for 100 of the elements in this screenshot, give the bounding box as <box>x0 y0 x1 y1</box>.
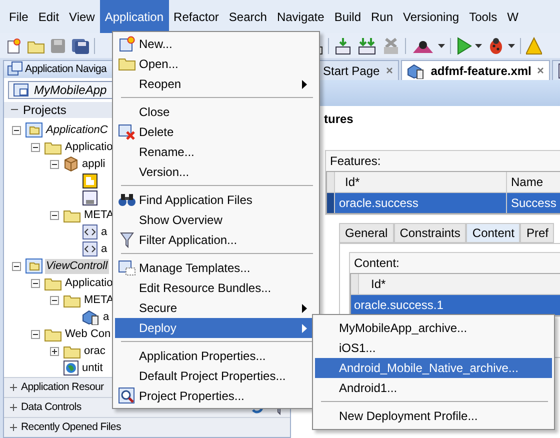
project-icon <box>25 122 43 138</box>
tree-item[interactable]: a <box>100 224 108 240</box>
table-label: Content: <box>353 255 400 272</box>
column-header[interactable]: Name <box>507 175 544 189</box>
table-cell-text: Success <box>510 196 556 210</box>
column-header[interactable]: Id* <box>335 172 507 192</box>
folder-icon <box>44 140 62 155</box>
menu-item[interactable]: Tools <box>464 0 502 33</box>
tree-item[interactable]: untit <box>81 360 104 376</box>
folder-icon <box>63 292 81 308</box>
collapse-icon[interactable] <box>50 296 59 305</box>
xml-file-icon <box>82 241 98 258</box>
menu-item[interactable]: Run <box>366 0 398 33</box>
package-icon <box>63 156 79 172</box>
table-row[interactable]: oracle.success.1 <box>351 295 560 315</box>
menu-item[interactable]: W <box>502 0 524 33</box>
collapse-icon[interactable] <box>31 142 40 152</box>
run-icon[interactable] <box>456 36 472 54</box>
close-icon[interactable] <box>386 67 393 74</box>
tab[interactable]: Content <box>466 223 520 243</box>
tree-item[interactable]: a <box>102 310 110 325</box>
magnifier-icon <box>118 387 136 405</box>
submenu-arrow-icon <box>302 304 307 312</box>
menu-item[interactable]: Manage Templates... <box>115 258 317 278</box>
menu-item[interactable]: Search <box>224 0 272 33</box>
collapse-icon[interactable] <box>31 278 40 288</box>
new-file-icon[interactable] <box>6 38 22 54</box>
expand-icon[interactable] <box>9 422 18 432</box>
warning-icon[interactable] <box>526 36 542 54</box>
tab[interactable]: General <box>339 223 394 243</box>
tree-item[interactable]: orac <box>83 344 106 359</box>
download-icon[interactable] <box>334 36 352 54</box>
menu-item[interactable]: Build <box>329 0 366 33</box>
menu-item[interactable]: Rename... <box>115 142 317 162</box>
menu-item[interactable]: View <box>64 0 100 33</box>
tree-item[interactable]: a <box>100 242 108 257</box>
save-all-icon[interactable] <box>71 38 89 54</box>
menu-item[interactable]: Edit <box>33 0 64 33</box>
tree-item[interactable]: Applicatio <box>64 276 114 291</box>
panel-title: Application Naviga <box>25 63 107 76</box>
menu-item[interactable]: Edit Resource Bundles... <box>115 278 317 298</box>
tree-item[interactable]: META <box>83 208 115 223</box>
collapse-icon[interactable] <box>31 330 40 339</box>
menu-item[interactable]: Navigate <box>272 0 330 33</box>
panel-header[interactable]: Recently Opened Files <box>21 421 290 434</box>
menu-item[interactable]: Application <box>100 0 169 33</box>
tree-item[interactable]: appli <box>81 156 106 172</box>
tree-item[interactable]: ViewControll <box>45 258 109 274</box>
table-row[interactable]: oracle.success Success <box>327 193 560 213</box>
window-icon <box>118 260 136 276</box>
tree-item[interactable]: Web Con <box>64 326 112 342</box>
new-file-icon <box>119 36 135 52</box>
bug-icon[interactable] <box>487 36 505 54</box>
tree-item[interactable]: META <box>83 292 115 308</box>
project-icon <box>25 258 43 274</box>
page-heading: tures <box>324 112 354 128</box>
editor-tab[interactable]: adfmf-feature.xml <box>400 60 550 80</box>
caret-icon[interactable] <box>475 44 482 48</box>
tab[interactable]: Constraints <box>394 223 466 243</box>
menu-item[interactable]: Version... <box>115 162 317 182</box>
menu-item[interactable]: Reopen <box>115 74 317 94</box>
delete-icon <box>118 124 136 140</box>
caret-icon[interactable] <box>438 44 445 48</box>
menu-item[interactable]: File <box>4 0 34 33</box>
editor-tab[interactable]: Start Page <box>317 60 399 80</box>
expand-icon[interactable] <box>50 346 59 356</box>
menu-item[interactable]: Versioning <box>398 0 464 33</box>
collapse-icon[interactable] <box>12 126 21 135</box>
menu-item[interactable]: Refactor <box>168 0 224 33</box>
folder-icon <box>63 208 81 223</box>
xml-file-icon <box>82 224 98 240</box>
menu-item[interactable]: New Deployment Profile... <box>315 406 552 426</box>
menu-item[interactable]: Show Overview <box>115 210 317 230</box>
download-all-icon[interactable] <box>357 36 377 54</box>
close-icon[interactable] <box>537 67 544 74</box>
menu-item[interactable]: Android_Mobile_Native_archive... <box>315 358 552 378</box>
menu-item[interactable]: Secure <box>115 298 317 318</box>
collapse-icon[interactable] <box>50 160 59 169</box>
table-cell-text: oracle.success.1 <box>353 298 444 312</box>
expand-icon[interactable] <box>9 382 18 392</box>
collapse-icon[interactable] <box>12 262 21 271</box>
menu-item[interactable]: Filter Application... <box>115 230 317 250</box>
table-cell: oracle.success <box>335 193 507 213</box>
menu-item[interactable]: Android1... <box>315 378 552 398</box>
menu-item[interactable]: iOS1... <box>315 338 552 358</box>
tree-item[interactable]: ApplicationC <box>45 122 109 138</box>
section-title[interactable]: Projects <box>23 102 66 117</box>
mobile-icon <box>406 62 425 78</box>
menu-item[interactable]: Find Application Files <box>115 190 317 210</box>
globe-icon <box>63 360 79 376</box>
menu-item[interactable]: MyMobileApp_archive... <box>315 318 552 338</box>
expand-icon[interactable] <box>9 402 18 412</box>
tree-item[interactable]: Applicatio <box>64 140 114 155</box>
menu-item[interactable]: Close <box>115 102 317 122</box>
menu-item[interactable]: Delete <box>115 122 317 142</box>
submenu-arrow-icon <box>302 80 307 88</box>
caret-icon[interactable] <box>508 44 515 48</box>
tab[interactable]: Pref <box>520 223 554 243</box>
menu-item[interactable]: Open... <box>115 54 317 74</box>
collapse-icon[interactable] <box>50 210 59 220</box>
